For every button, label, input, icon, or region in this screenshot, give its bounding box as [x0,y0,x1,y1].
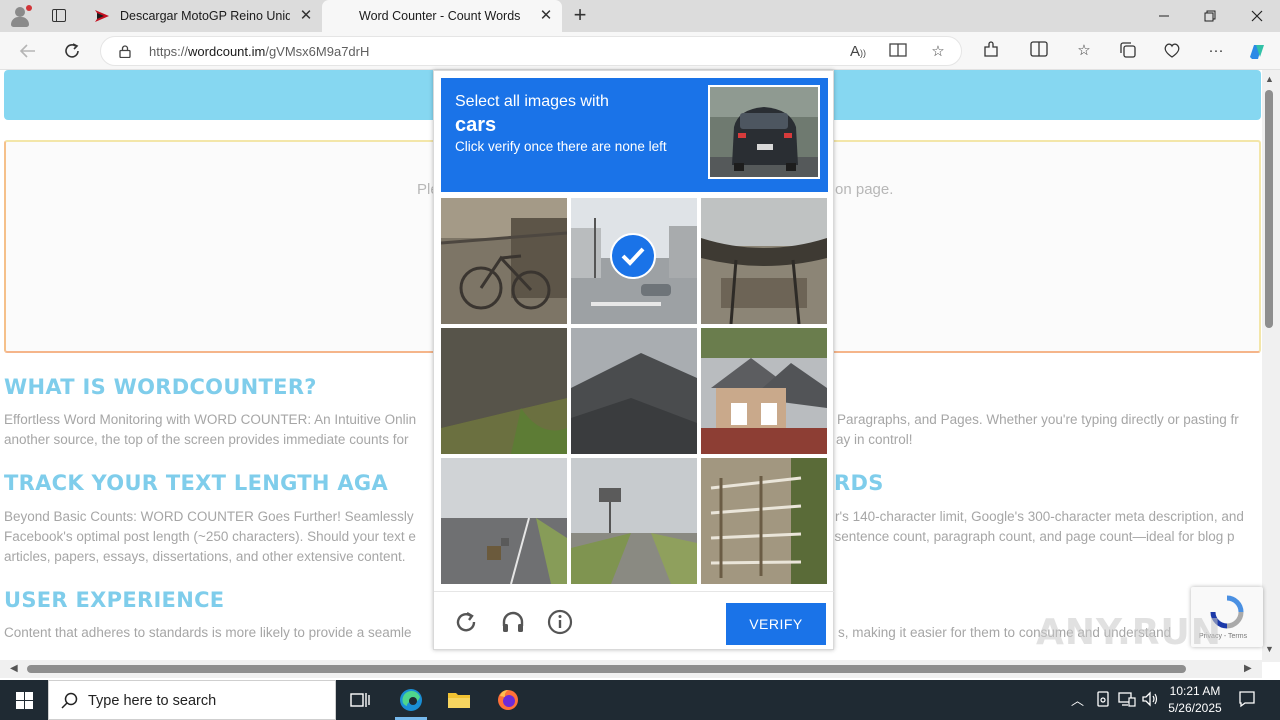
info-icon[interactable] [546,608,574,636]
captcha-tile-5[interactable] [571,328,697,454]
captcha-tile-1[interactable] [441,198,567,324]
heading-user-experience: USER EXPERIENCE [4,588,225,612]
captcha-instructions: Select all images with cars Click verify… [441,78,828,192]
file-explorer-icon[interactable] [435,680,483,720]
captcha-footer: VERIFY [434,591,835,651]
tab-close-icon[interactable]: ✕ [538,8,554,24]
search-placeholder: Type here to search [88,693,217,709]
show-hidden-icons-icon[interactable]: ︿ [1071,690,1084,709]
refresh-icon[interactable] [58,38,86,64]
editor-placeholder-right: on page. [835,181,894,198]
horizontal-scroll-thumb[interactable] [27,665,1186,673]
browser-tab-strip: Descargar MotoGP Reino Unido ✕ Word Coun… [0,0,1280,32]
tab-motogp[interactable]: Descargar MotoGP Reino Unido ✕ [84,0,322,32]
heading-what-is-wordcounter: WHAT IS WORDCOUNTER? [4,375,317,399]
captcha-image-grid [441,198,828,585]
url-text: https://wordcount.im/gVMsx6M9a7drH [149,44,370,59]
new-tab-icon[interactable]: + [568,4,592,28]
selected-checkmark-icon [610,233,656,279]
motogp-favicon-icon [95,10,109,22]
heading-track-text-length: TRACK YOUR TEXT LENGTH AGA [4,471,389,495]
browser-essentials-icon[interactable] [1161,41,1183,61]
task-view-icon[interactable] [336,680,384,720]
browser-toolbar: https://wordcount.im/gVMsx6M9a7drH A)) ☆… [0,32,1280,70]
verify-button[interactable]: VERIFY [726,603,826,645]
captcha-sample-image [708,85,820,179]
captcha-subtext: Click verify once there are none left [455,139,667,154]
captcha-tile-4[interactable] [441,328,567,454]
edge-taskbar-icon[interactable] [387,680,435,720]
firefox-icon[interactable] [484,680,532,720]
tab-close-icon[interactable]: ✕ [298,8,314,24]
taskbar-search-input[interactable]: Type here to search [48,680,336,720]
captcha-tile-8[interactable] [571,458,697,584]
volume-icon[interactable] [1142,691,1160,710]
vertical-scroll-thumb[interactable] [1265,90,1273,328]
collections-icon[interactable] [1117,41,1139,61]
captcha-target-word: cars [455,114,497,136]
captcha-tile-3[interactable] [701,198,827,324]
copilot-icon[interactable] [1246,41,1268,61]
tab-word-counter[interactable]: Word Counter - Count Words ✕ [322,0,562,32]
windows-start-icon[interactable] [0,680,48,720]
profile-avatar-icon[interactable] [9,5,32,27]
page-vertical-scrollbar[interactable]: ▲ ▼ [1262,70,1280,662]
read-aloud-icon[interactable]: A)) [847,42,869,62]
captcha-tile-9[interactable] [701,458,827,584]
restore-icon[interactable] [1187,0,1233,32]
scroll-left-arrow-icon[interactable]: ◀ [10,663,18,674]
captcha-tile-7[interactable] [441,458,567,584]
address-bar[interactable]: https://wordcount.im/gVMsx6M9a7drH A)) ☆ [100,36,962,66]
tab-actions-icon[interactable] [49,7,69,25]
windows-taskbar: Type here to search ︿ 10:21 AM 5/26/2025 [0,680,1280,720]
back-icon[interactable] [14,38,42,64]
split-screen-icon[interactable] [1028,41,1050,61]
reload-challenge-icon[interactable] [452,608,480,636]
scroll-up-arrow-icon[interactable]: ▲ [1265,74,1274,84]
lock-icon[interactable] [119,45,131,58]
tab-title: Descargar MotoGP Reino Unido [120,9,290,23]
network-drive-icon[interactable] [1096,691,1110,710]
captcha-tile-2[interactable] [571,198,697,324]
taskbar-clock[interactable]: 10:21 AM 5/26/2025 [1160,683,1230,717]
extensions-icon[interactable] [980,41,1002,61]
clock-time: 10:21 AM [1169,684,1221,698]
network-icon[interactable] [1118,691,1136,710]
captcha-tile-6[interactable] [701,328,827,454]
favorite-star-icon[interactable]: ☆ [927,42,949,62]
search-icon [61,692,78,709]
favorites-icon[interactable]: ☆ [1073,41,1095,61]
close-window-icon[interactable] [1234,0,1280,32]
scroll-down-arrow-icon[interactable]: ▼ [1265,644,1274,654]
scroll-right-arrow-icon[interactable]: ▶ [1244,663,1252,674]
immersive-reader-icon[interactable] [887,42,909,62]
page-horizontal-scrollbar[interactable]: ◀ ▶ [0,660,1262,678]
anyrun-watermark: ANY.RUN [1036,612,1222,653]
tab-title: Word Counter - Count Words [359,9,521,23]
notification-center-icon[interactable] [1238,690,1256,711]
audio-challenge-icon[interactable] [499,608,527,636]
captcha-instruction-text: Select all images with [455,93,609,110]
minimize-icon[interactable] [1141,0,1187,32]
heading-track-text-length-right: RDS [834,471,884,495]
captcha-challenge-dialog: Select all images with cars Click verify… [433,70,835,651]
settings-more-icon[interactable]: ··· [1205,41,1227,61]
clock-date: 5/26/2025 [1168,701,1222,715]
